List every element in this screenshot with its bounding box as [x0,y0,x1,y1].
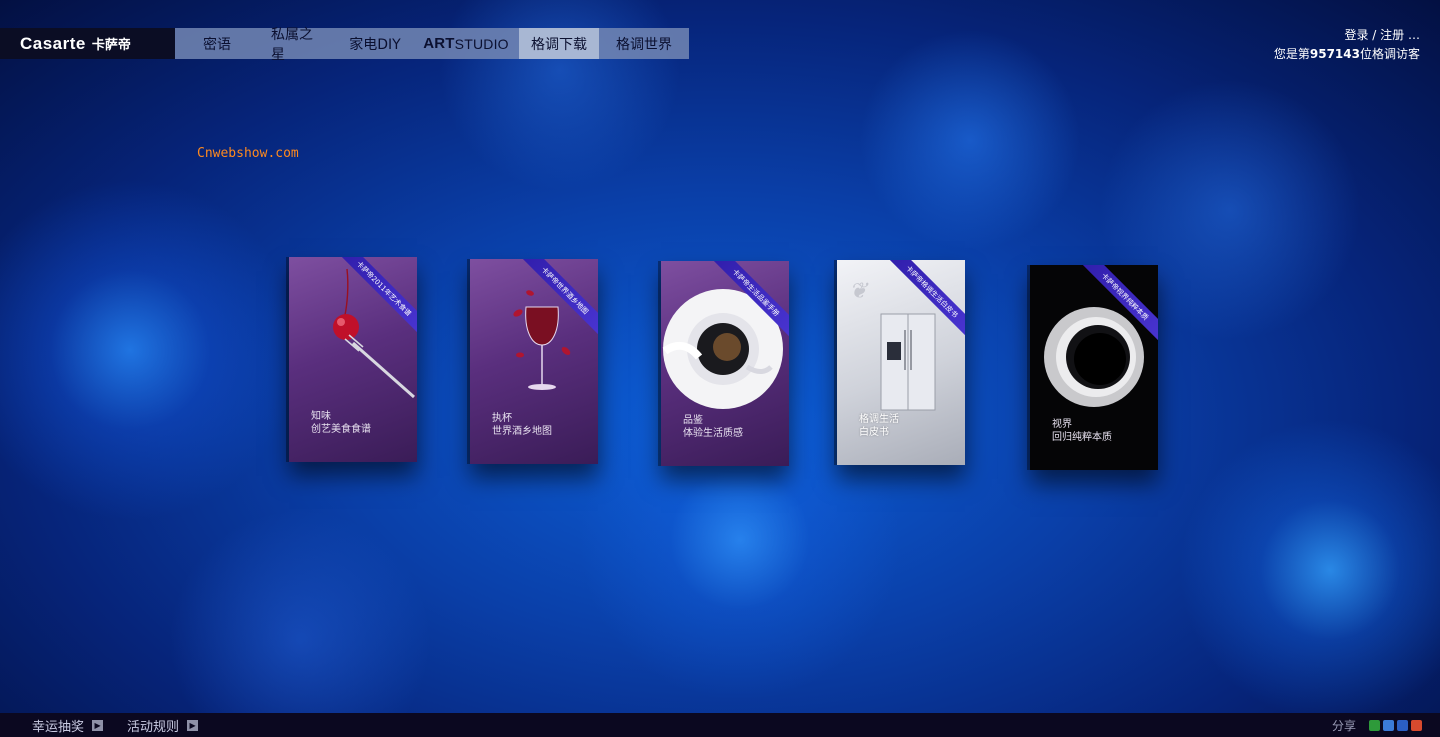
brand-name-cn: 卡萨帝 [91,38,131,53]
watermark: Cnwebshow.com [197,146,299,161]
book-subtitle: 白皮书 [859,427,889,438]
book-subtitle: 世界酒乡地图 [492,426,552,437]
user-links: 登录 / 注册 … [1274,26,1420,45]
book-title: 视界 [1052,419,1072,430]
nav-sishu-zhixing[interactable]: 私属之星 [259,27,337,63]
art-studio-rest: STUDIO [454,35,509,52]
renren-share-icon[interactable] [1397,720,1408,731]
nav-jiadian-diy[interactable]: 家电DIY [337,28,413,59]
link-separator: / [1372,28,1377,42]
book-title: 执杯 [492,413,512,424]
book-caption: 品鉴 体验生活质感 [683,414,743,440]
book-subtitle: 回归纯粹本质 [1052,432,1112,443]
user-area: 登录 / 注册 … 您是第957143位格调访客 [1274,26,1420,64]
douban-share-icon[interactable] [1369,720,1380,731]
visitor-count: 957143 [1309,47,1360,61]
sina-share-icon[interactable] [1383,720,1394,731]
share-area: 分享 [1332,717,1422,734]
book-caption: 格调生活 白皮书 [859,413,899,439]
arrow-right-icon: ▶ [92,719,104,731]
book-title: 知味 [311,411,331,422]
bottom-bar: 幸运抽奖 ▶ 活动规则 ▶ 分享 [0,713,1440,737]
brand-name: Casarte [20,33,86,53]
book-pinjian[interactable]: 卡萨帝生活品鉴手册 品鉴 体验生活质感 [661,261,789,466]
rules-link[interactable]: 活动规则 ▶ [127,716,199,735]
book-title: 品鉴 [683,415,703,426]
casarte-logo[interactable]: Casarte 卡萨帝 [0,28,175,59]
register-link[interactable]: 注册 [1380,28,1404,42]
book-gediao-shenghuo[interactable]: ❦ 卡萨帝格调生活白皮书 格调生活 白皮书 [837,260,965,465]
book-subtitle: 体验生活质感 [683,428,743,439]
arrow-right-icon: ▶ [187,719,199,731]
refrigerator-icon: ❦ [849,279,936,411]
top-nav-bar: Casarte 卡萨帝 密语 私属之星 家电DIY ART STUDIO 格调下载… [0,27,689,63]
kaixin-share-icon[interactable] [1411,720,1422,731]
nav-art-studio[interactable]: ART STUDIO [413,28,519,59]
book-caption: 视界 回归纯粹本质 [1052,418,1112,444]
visitor-suffix: 位格调访客 [1359,47,1420,61]
book-shijie[interactable]: 卡萨帝视界纯粹本质 视界 回归纯粹本质 [1030,265,1158,470]
svg-text:❦: ❦ [849,279,869,304]
book-title: 格调生活 [859,414,899,425]
rules-label: 活动规则 [127,719,180,735]
book-zhibei[interactable]: 卡萨帝世界酒乡地图 执杯 世界酒乡地图 [470,259,598,464]
main-nav: 密语 私属之星 家电DIY ART STUDIO 格调下载 格调世界 [175,27,689,63]
nav-miyu[interactable]: 密语 [175,28,259,59]
book-zhiwei[interactable]: 卡萨帝2011年艺术食谱 知味 创艺美食食谱 [289,257,417,462]
nav-gediao-xiazai[interactable]: 格调下载 [519,28,599,59]
share-label: 分享 [1331,719,1356,733]
book-subtitle: 创艺美食食谱 [311,424,371,435]
lucky-draw-label: 幸运抽奖 [32,719,85,735]
book-caption: 执杯 世界酒乡地图 [492,412,552,438]
nav-gediao-shijie[interactable]: 格调世界 [599,28,689,59]
more-link[interactable]: … [1408,28,1420,42]
login-link[interactable]: 登录 [1344,28,1368,42]
art-studio-strong: ART [423,35,455,52]
lucky-draw-link[interactable]: 幸运抽奖 ▶ [32,716,104,735]
book-caption: 知味 创艺美食食谱 [311,410,371,436]
visitor-prefix: 您是第 [1273,47,1310,61]
visitor-counter: 您是第957143位格调访客 [1274,45,1420,64]
